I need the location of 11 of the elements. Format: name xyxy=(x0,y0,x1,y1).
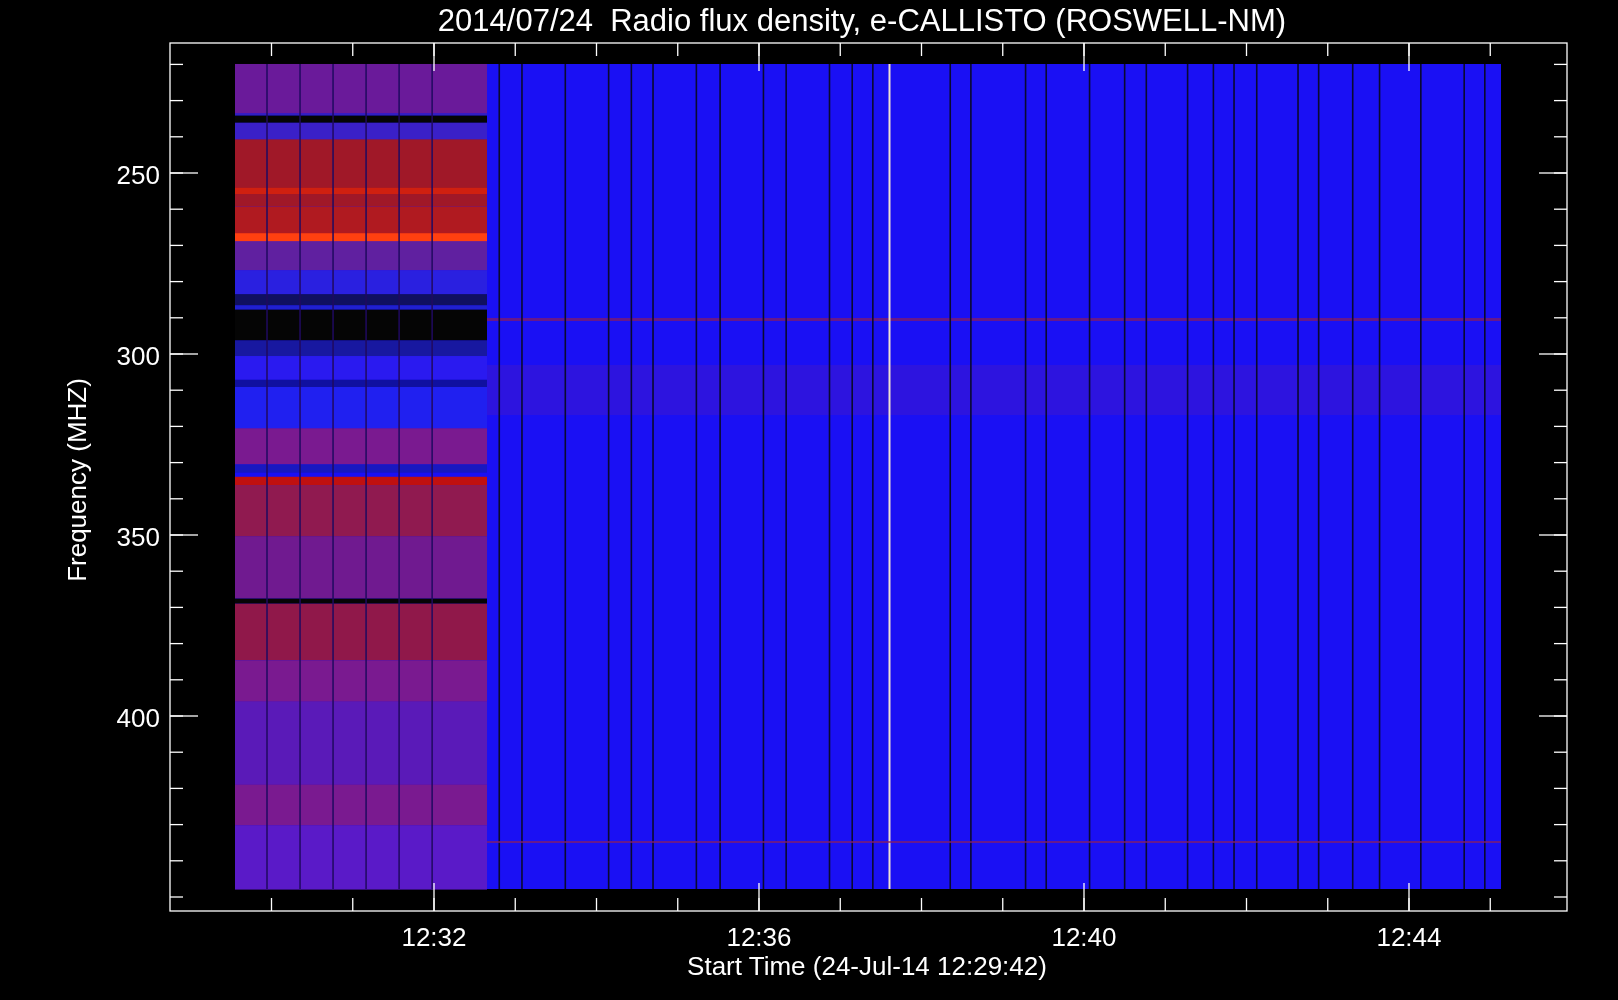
x-tick-label: 12:40 xyxy=(1051,922,1117,952)
x-tick-label: 12:44 xyxy=(1376,922,1442,952)
chart-title: 2014/07/24 Radio flux density, e-CALLISTO (ROSWELL-NM) xyxy=(437,3,1287,38)
y-axis-label: Frequency (MHZ) xyxy=(62,378,92,582)
x-tick-label: 12:36 xyxy=(726,922,792,952)
y-tick-label: 250 xyxy=(116,160,160,190)
y-tick-label: 350 xyxy=(116,522,160,552)
x-axis-label: Start Time (24-Jul-14 12:29:42) xyxy=(687,951,1047,981)
x-tick-label: 12:32 xyxy=(401,922,467,952)
y-tick-label: 300 xyxy=(116,341,160,371)
y-tick-label: 400 xyxy=(116,703,160,733)
